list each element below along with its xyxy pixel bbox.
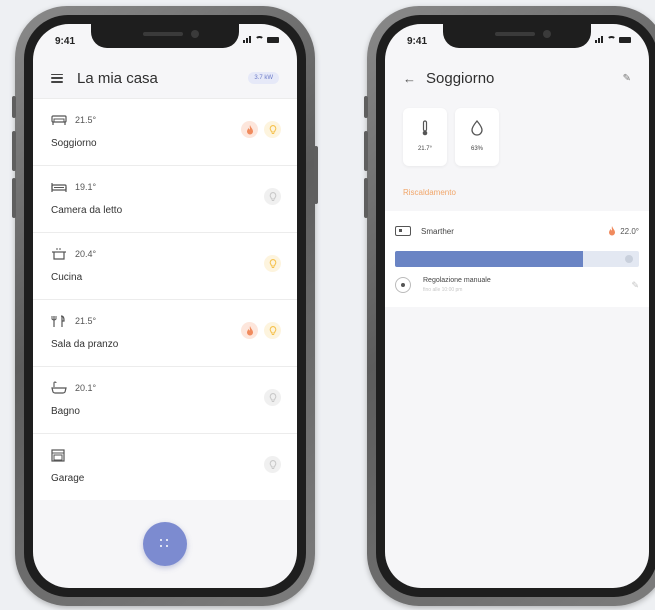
slider-knob[interactable] bbox=[625, 255, 633, 263]
light-bulb-off-icon[interactable] bbox=[264, 188, 281, 205]
room-name: Cucina bbox=[51, 272, 83, 283]
cutlery-icon bbox=[51, 314, 67, 328]
room-name: Sala da pranzo bbox=[51, 339, 119, 350]
light-bulb-icon[interactable] bbox=[264, 255, 281, 272]
bed-icon bbox=[51, 180, 67, 194]
status-time: 9:41 bbox=[407, 36, 428, 47]
room-temperature: 20.4° bbox=[75, 249, 97, 259]
room-name: Camera da letto bbox=[51, 205, 123, 216]
room-name: Garage bbox=[51, 473, 85, 484]
manual-mode-icon bbox=[395, 277, 411, 293]
home-screen: 9:41 La mia casa 3.7 kW 21.5° Soggiorno 19… bbox=[33, 24, 297, 588]
temperature-slider[interactable] bbox=[395, 251, 639, 267]
page-title: La mia casa bbox=[77, 69, 158, 87]
signal-icon bbox=[595, 36, 604, 43]
back-arrow-icon[interactable]: ← bbox=[403, 71, 416, 86]
room-row[interactable]: 19.1° Camera da letto bbox=[33, 165, 297, 232]
garage-icon bbox=[51, 448, 67, 462]
status-time: 9:41 bbox=[55, 36, 76, 47]
page-title: Soggiorno bbox=[426, 69, 495, 87]
section-heating-label: Riscaldamento bbox=[403, 188, 456, 197]
power-badge[interactable]: 3.7 kW bbox=[248, 72, 279, 84]
light-bulb-icon[interactable] bbox=[264, 322, 281, 339]
room-name: Soggiorno bbox=[51, 138, 97, 149]
menu-icon[interactable] bbox=[51, 73, 63, 83]
battery-icon bbox=[619, 36, 631, 43]
app-bar: ← Soggiorno ✎ bbox=[385, 58, 649, 98]
left-phone: 9:41 La mia casa 3.7 kW 21.5° Soggiorno 19… bbox=[12, 6, 318, 606]
grid-dots-icon bbox=[160, 539, 170, 549]
room-row[interactable]: 21.5° Sala da pranzo bbox=[33, 299, 297, 366]
room-list: 21.5° Soggiorno 19.1° Camera da letto 20.4° C… bbox=[33, 98, 297, 500]
sofa-icon bbox=[51, 113, 67, 127]
light-bulb-icon[interactable] bbox=[264, 121, 281, 138]
temperature-tile[interactable]: 21.7° bbox=[403, 108, 447, 166]
humidity-drop-icon bbox=[471, 120, 483, 136]
pot-icon bbox=[51, 247, 67, 261]
thermostat-card[interactable]: Smarther 22.0° Regolazione manuale fino … bbox=[385, 211, 649, 307]
light-bulb-off-icon[interactable] bbox=[264, 456, 281, 473]
humidity-value: 63% bbox=[470, 146, 483, 152]
room-temperature: 20.1° bbox=[75, 383, 97, 393]
room-row[interactable]: 21.5° Soggiorno bbox=[33, 98, 297, 165]
heating-flame-icon[interactable] bbox=[241, 322, 258, 339]
room-temperature: 19.1° bbox=[75, 182, 97, 192]
room-row[interactable]: 20.4° Cucina bbox=[33, 232, 297, 299]
signal-icon bbox=[243, 36, 252, 43]
room-temperature: 21.5° bbox=[75, 316, 97, 326]
battery-icon bbox=[267, 36, 279, 43]
device-setpoint: 22.0° bbox=[620, 226, 639, 236]
wifi-icon bbox=[255, 36, 264, 43]
flame-icon bbox=[609, 226, 616, 236]
right-phone: 9:41 ← Soggiorno ✎ 21.7° 63% Riscaldamen… bbox=[364, 6, 655, 606]
mode-edit-icon[interactable]: ✎ bbox=[631, 280, 639, 291]
bathtub-icon bbox=[51, 381, 67, 395]
slider-fill bbox=[395, 251, 583, 267]
temperature-value: 21.7° bbox=[417, 146, 433, 152]
room-temperature: 21.5° bbox=[75, 115, 97, 125]
mode-label: Regolazione manuale bbox=[423, 277, 491, 284]
wifi-icon bbox=[607, 36, 616, 43]
app-bar: La mia casa 3.7 kW bbox=[33, 58, 297, 98]
thermostat-device-icon bbox=[395, 226, 411, 236]
room-row[interactable]: Garage bbox=[33, 433, 297, 500]
room-row[interactable]: 20.1° Bagno bbox=[33, 366, 297, 433]
mode-sublabel: fino alle 10:00 pm bbox=[423, 287, 463, 293]
room-detail-screen: 9:41 ← Soggiorno ✎ 21.7° 63% Riscaldamen… bbox=[385, 24, 649, 588]
edit-pencil-icon[interactable]: ✎ bbox=[623, 73, 631, 84]
light-bulb-off-icon[interactable] bbox=[264, 389, 281, 406]
heating-flame-icon[interactable] bbox=[241, 121, 258, 138]
mode-row[interactable]: Regolazione manuale fino alle 10:00 pm ✎ bbox=[385, 267, 649, 307]
humidity-tile[interactable]: 63% bbox=[455, 108, 499, 166]
thermometer-icon bbox=[422, 120, 428, 136]
sensor-tiles: 21.7° 63% bbox=[385, 98, 649, 166]
room-name: Bagno bbox=[51, 406, 80, 417]
device-name: Smarther bbox=[421, 226, 454, 236]
add-fab-button[interactable] bbox=[143, 522, 187, 566]
